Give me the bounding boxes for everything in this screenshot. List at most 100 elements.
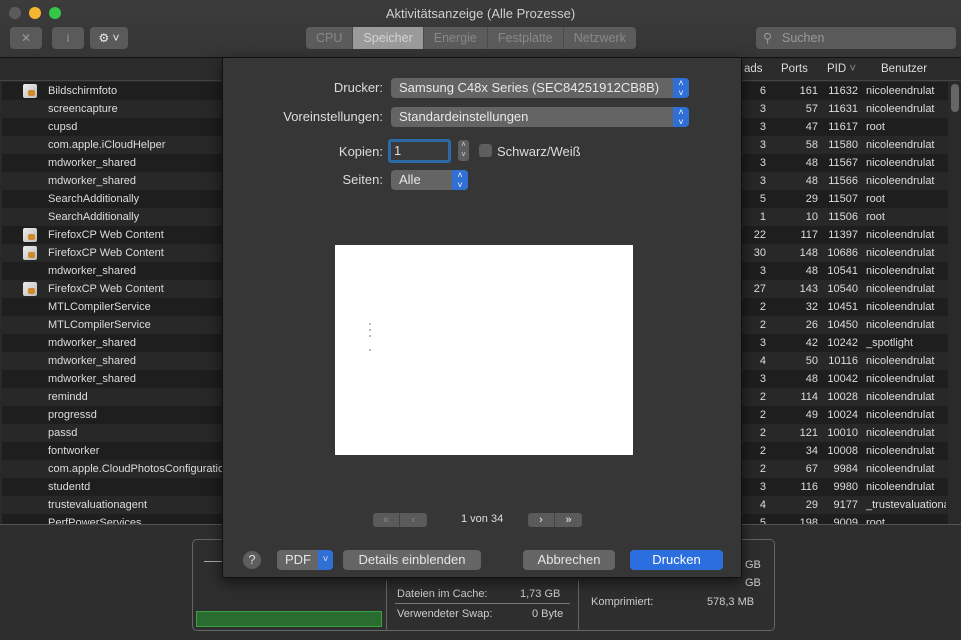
presets-select[interactable]: Standardeinstellungen ˄ ˅ bbox=[391, 107, 689, 127]
compressed-value: 578,3 MB bbox=[707, 596, 755, 608]
first-page-button[interactable]: « bbox=[373, 513, 400, 527]
column-ports[interactable]: Ports bbox=[781, 63, 808, 75]
process-name: SearchAdditionally bbox=[48, 193, 140, 205]
process-name: mdworker_shared bbox=[48, 337, 137, 349]
ports-value: 57 bbox=[805, 103, 818, 115]
info-button[interactable]: i bbox=[52, 27, 84, 49]
user-value: _spotlight bbox=[866, 337, 914, 349]
divider bbox=[386, 580, 387, 631]
ports-value: 47 bbox=[805, 121, 818, 133]
scrollbar[interactable] bbox=[951, 84, 959, 112]
pid-value: 11397 bbox=[828, 229, 858, 241]
copies-stepper[interactable]: ˄ ˅ bbox=[458, 140, 469, 161]
user-value: nicoleendrulat bbox=[866, 157, 935, 169]
pid-value: 11632 bbox=[828, 85, 858, 97]
printer-select[interactable]: Samsung C48x Series (SEC84251912CB8B) ˄ ˅ bbox=[391, 78, 689, 98]
ports-value: 26 bbox=[805, 319, 818, 331]
column-threads[interactable]: ads bbox=[744, 63, 763, 75]
column-user[interactable]: Benutzer bbox=[881, 63, 927, 75]
next-page-button[interactable]: › bbox=[528, 513, 555, 527]
cancel-button[interactable]: Abbrechen bbox=[523, 550, 615, 570]
pdf-menu-button[interactable]: PDF ˅ bbox=[277, 550, 333, 570]
nav-forward-group: ›» bbox=[528, 513, 582, 527]
user-value: root bbox=[866, 121, 885, 133]
window-title: Aktivitätsanzeige (Alle Prozesse) bbox=[385, 6, 576, 21]
updown-icon: ˄ ˅ bbox=[673, 78, 689, 98]
user-value: root bbox=[866, 211, 885, 223]
process-name: screencapture bbox=[48, 103, 118, 115]
pages-value: Alle bbox=[399, 172, 421, 187]
pid-value: 10450 bbox=[827, 319, 858, 331]
pid-value: 9980 bbox=[833, 481, 858, 493]
search-input[interactable]: ⚲ Suchen bbox=[756, 27, 956, 49]
gb-unit: GB bbox=[745, 577, 761, 589]
app-icon bbox=[23, 282, 37, 296]
ports-value: 143 bbox=[799, 283, 818, 295]
pid-value: 9177 bbox=[833, 499, 858, 511]
print-preview bbox=[335, 245, 633, 455]
last-page-button[interactable]: » bbox=[555, 513, 582, 527]
tab-speicher[interactable]: Speicher bbox=[353, 27, 424, 49]
presets-label: Voreinstellungen: bbox=[283, 109, 383, 124]
stop-process-button[interactable]: ✕ bbox=[10, 27, 42, 49]
process-name: SearchAdditionally bbox=[48, 211, 140, 223]
process-name: remindd bbox=[48, 391, 88, 403]
chevron-down-icon: ˅ bbox=[318, 550, 333, 570]
pid-value: 10028 bbox=[827, 391, 858, 403]
pid-value: 10010 bbox=[827, 427, 858, 439]
cache-value: 1,73 GB bbox=[520, 588, 561, 600]
help-button[interactable]: ? bbox=[243, 551, 261, 569]
pid-value: 9984 bbox=[833, 463, 858, 475]
user-value: nicoleendrulat bbox=[866, 391, 935, 403]
print-button[interactable]: Drucken bbox=[630, 550, 723, 570]
user-value: nicoleendrulat bbox=[866, 481, 935, 493]
ports-value: 48 bbox=[805, 373, 818, 385]
user-value: nicoleendrulat bbox=[866, 229, 935, 241]
user-value: nicoleendrulat bbox=[866, 283, 935, 295]
ports-value: 116 bbox=[800, 481, 818, 493]
pdf-label: PDF bbox=[285, 552, 311, 567]
copies-input[interactable]: 1 bbox=[388, 139, 451, 163]
process-name: FirefoxCP Web Content bbox=[48, 247, 164, 259]
user-value: nicoleendrulat bbox=[866, 355, 935, 367]
printer-value: Samsung C48x Series (SEC84251912CB8B) bbox=[399, 80, 660, 95]
prev-page-button[interactable]: ‹ bbox=[400, 513, 427, 527]
ports-value: 48 bbox=[805, 157, 818, 169]
pid-value: 10008 bbox=[827, 445, 858, 457]
ports-value: 32 bbox=[805, 301, 818, 313]
pid-value: 10116 bbox=[828, 355, 858, 367]
bw-checkbox[interactable] bbox=[479, 144, 492, 157]
tab-energie[interactable]: Energie bbox=[424, 27, 488, 49]
process-name: mdworker_shared bbox=[48, 265, 137, 277]
pages-select[interactable]: Alle ˄ ˅ bbox=[391, 170, 468, 190]
ports-value: 117 bbox=[800, 229, 818, 241]
tab-cpu[interactable]: CPU bbox=[306, 27, 354, 49]
pid-value: 11566 bbox=[828, 175, 858, 187]
action-menu-button[interactable]: ⚙ ˅ bbox=[90, 27, 128, 49]
tab-festplatte[interactable]: Festplatte bbox=[488, 27, 564, 49]
page-indicator: 1 von 34 bbox=[461, 513, 504, 525]
user-value: nicoleendrulat bbox=[866, 301, 935, 313]
process-name: Bildschirmfoto bbox=[48, 85, 118, 97]
tab-netzwerk[interactable]: Netzwerk bbox=[564, 27, 636, 49]
printer-label: Drucker: bbox=[333, 80, 383, 95]
show-details-button[interactable]: Details einblenden bbox=[343, 550, 481, 570]
process-name: progressd bbox=[48, 409, 97, 421]
pid-value: 10451 bbox=[827, 301, 858, 313]
ports-value: 48 bbox=[805, 175, 818, 187]
pid-value: 11507 bbox=[828, 193, 858, 205]
ports-value: 29 bbox=[805, 193, 818, 205]
process-name: com.apple.CloudPhotosConfiguration bbox=[48, 463, 223, 475]
updown-icon: ˄ ˅ bbox=[673, 107, 689, 127]
pid-value: 11506 bbox=[828, 211, 858, 223]
divider bbox=[395, 603, 570, 604]
chevron-down-icon: ˅ bbox=[849, 63, 857, 75]
pid-label: PID bbox=[827, 63, 847, 75]
ports-value: 121 bbox=[799, 427, 818, 439]
bw-label: Schwarz/Weiß bbox=[497, 144, 581, 159]
ports-value: 67 bbox=[805, 463, 818, 475]
updown-icon: ˄ ˅ bbox=[452, 170, 468, 190]
process-name: FirefoxCP Web Content bbox=[48, 283, 164, 295]
column-pid[interactable]: PID ˅ bbox=[827, 63, 856, 75]
search-icon: ⚲ bbox=[763, 31, 773, 45]
